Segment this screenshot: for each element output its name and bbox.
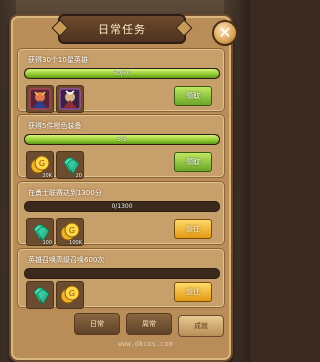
- task-progress-bar: 5/5: [24, 134, 220, 145]
- svg-text:G: G: [39, 159, 45, 168]
- svg-text:G: G: [69, 226, 75, 235]
- task-progress-text: [25, 269, 219, 278]
- task-card: 获得30个10星英雄 30/30 领取: [17, 48, 225, 113]
- reward-slot[interactable]: G 20K: [26, 151, 54, 179]
- task-card: 英雄召唤高级召唤600次 G 前往: [17, 248, 225, 309]
- watermark: www.dkcos.com: [118, 340, 173, 348]
- close-icon: ✕: [218, 23, 232, 42]
- reward-quantity: 100: [42, 240, 52, 246]
- tab-weekly[interactable]: 周常: [126, 313, 172, 335]
- reward-slot[interactable]: [26, 85, 54, 113]
- task-title: 英雄召唤高级召唤600次: [28, 256, 105, 264]
- go-button[interactable]: 前往: [174, 219, 212, 239]
- hero-card-icon: [29, 88, 51, 110]
- diamond-icon: [33, 287, 50, 305]
- reward-slot[interactable]: G 100K: [56, 218, 84, 246]
- reward-quantity: 20K: [42, 173, 52, 179]
- claim-button[interactable]: 领取: [174, 86, 212, 106]
- task-progress-text: 0/1300: [111, 203, 133, 210]
- tab-achievement[interactable]: 成就: [178, 315, 224, 337]
- go-button[interactable]: 前往: [174, 282, 212, 302]
- hero-card-icon: [59, 88, 81, 110]
- tab-daily[interactable]: 日常: [74, 313, 120, 335]
- claim-button[interactable]: 领取: [174, 152, 212, 172]
- reward-slot[interactable]: G: [56, 281, 84, 309]
- panel-title: 日常任务: [58, 14, 186, 44]
- task-progress-bar: [24, 268, 220, 279]
- svg-text:G: G: [69, 289, 75, 298]
- task-progress-text: 5/5: [117, 136, 127, 143]
- task-card: 获得5件橙色装备 5/5 G 20K 20 领取: [17, 114, 225, 179]
- reward-quantity: 100K: [69, 240, 82, 246]
- task-progress-text: 30/30: [113, 70, 131, 77]
- reward-slot[interactable]: [56, 85, 84, 113]
- reward-quantity: 20: [75, 173, 82, 179]
- task-card: 在勇士联赛达到1300分 0/1300 100 G 100K 前往: [17, 181, 225, 246]
- task-progress-bar: 30/30: [24, 68, 220, 79]
- close-button[interactable]: ✕: [212, 20, 238, 46]
- gold-coin-icon: G: [60, 285, 80, 304]
- tab-bar: 日常 周常 成就: [0, 311, 240, 339]
- reward-slot[interactable]: 20: [56, 151, 84, 179]
- task-title: 在勇士联赛达到1300分: [28, 189, 102, 197]
- reward-slot[interactable]: 100: [26, 218, 54, 246]
- task-title: 获得5件橙色装备: [28, 122, 82, 130]
- reward-slot[interactable]: [26, 281, 54, 309]
- task-progress-bar: 0/1300: [24, 201, 220, 212]
- task-title: 获得30个10星英雄: [28, 56, 88, 64]
